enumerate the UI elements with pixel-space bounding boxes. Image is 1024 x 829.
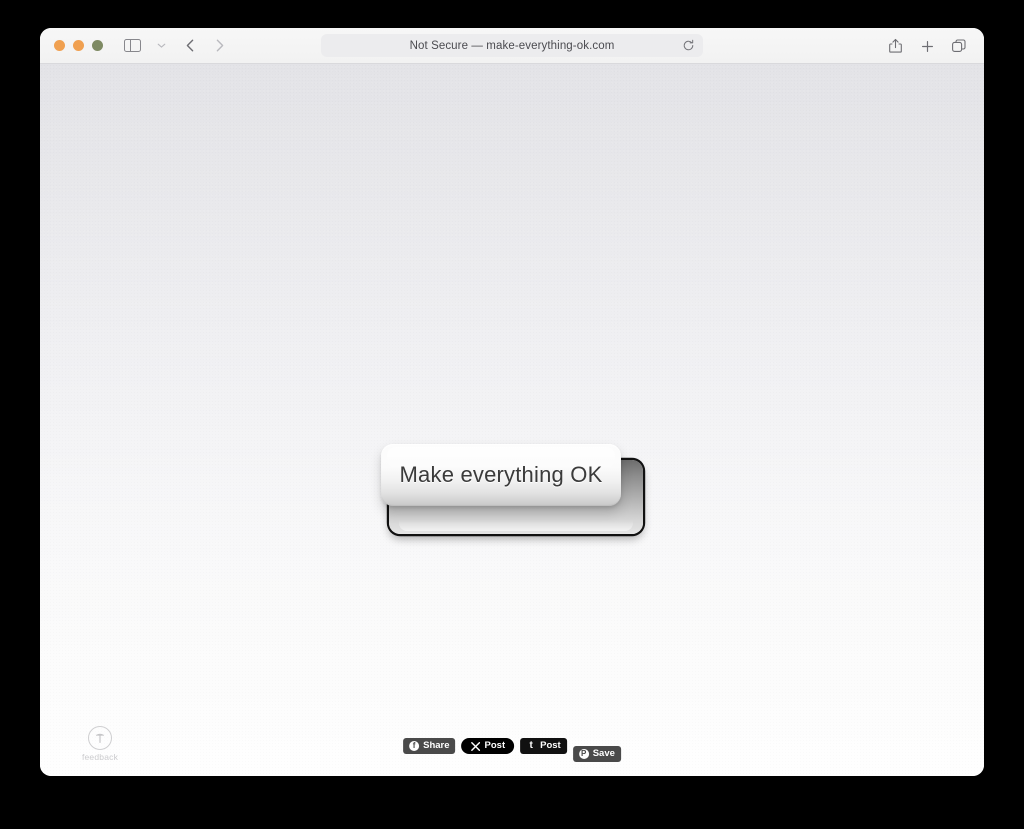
sidebar-dropdown-button[interactable] — [148, 34, 174, 58]
page-content: Make everything OK feedback f Share Post… — [40, 64, 984, 776]
tree-in-circle-icon — [88, 726, 112, 750]
navigation-controls — [119, 34, 232, 58]
tumblr-icon: t — [526, 741, 536, 751]
close-window-button[interactable] — [54, 40, 65, 51]
facebook-share-button[interactable]: f Share — [403, 738, 456, 754]
address-bar[interactable]: Not Secure — make-everything-ok.com — [321, 34, 703, 57]
new-tab-button[interactable] — [914, 34, 940, 58]
pinterest-icon: P — [578, 749, 589, 759]
feedback-label: feedback — [81, 752, 119, 762]
button-base-lip — [399, 520, 633, 531]
minimize-window-button[interactable] — [73, 40, 84, 51]
tab-overview-button[interactable] — [946, 34, 972, 58]
tabs-icon — [952, 39, 966, 52]
forward-arrow-icon — [216, 39, 223, 52]
tumblr-t-glyph: t — [529, 740, 533, 751]
share-button[interactable] — [882, 34, 908, 58]
button-cap[interactable]: Make everything OK — [381, 444, 621, 506]
feedback-widget[interactable]: feedback — [72, 726, 128, 762]
reload-button[interactable] — [682, 39, 696, 53]
facebook-f-glyph: f — [409, 741, 420, 751]
facebook-share-label: Share — [423, 740, 450, 752]
browser-toolbar: Not Secure — make-everything-ok.com — [40, 28, 984, 64]
forward-button[interactable] — [206, 34, 232, 58]
button-label: Make everything OK — [399, 462, 603, 487]
social-share-row: f Share Post t Post P Save — [403, 738, 621, 764]
toolbar-right-group — [882, 28, 972, 64]
reload-icon — [683, 39, 694, 50]
pinterest-p-glyph: P — [578, 749, 589, 759]
x-post-label: Post — [484, 740, 506, 752]
sidebar-toggle-button[interactable] — [119, 34, 145, 58]
pinterest-save-button[interactable]: P Save — [572, 746, 621, 762]
back-arrow-icon — [186, 39, 193, 52]
sidebar-icon — [123, 39, 141, 52]
tumblr-post-label: Post — [540, 740, 561, 752]
share-icon — [888, 38, 902, 53]
desktop-backdrop: Not Secure — make-everything-ok.com Make… — [0, 0, 1024, 829]
x-icon — [471, 741, 481, 751]
pinterest-save-label: Save — [592, 748, 615, 760]
back-button[interactable] — [177, 34, 203, 58]
address-bar-text: Not Secure — make-everything-ok.com — [409, 39, 615, 52]
x-logo-glyph — [471, 741, 481, 751]
make-everything-ok-button[interactable]: Make everything OK — [381, 444, 643, 536]
tumblr-post-button[interactable]: t Post — [520, 738, 567, 754]
chevron-down-icon — [157, 43, 165, 48]
x-post-button[interactable]: Post — [461, 738, 515, 754]
browser-window: Not Secure — make-everything-ok.com Make… — [40, 28, 984, 776]
facebook-icon: f — [409, 741, 420, 751]
zoom-window-button[interactable] — [92, 40, 103, 51]
tree-glyph — [95, 733, 105, 743]
plus-icon — [921, 40, 933, 52]
window-controls — [54, 40, 103, 51]
